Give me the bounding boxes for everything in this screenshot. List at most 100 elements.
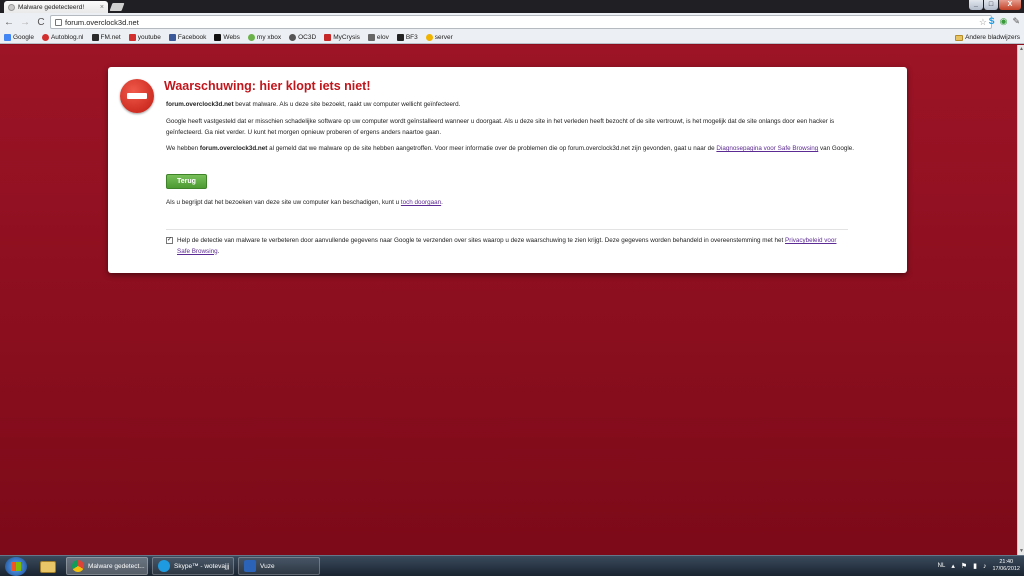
proceed-anyway-link[interactable]: toch doorgaan (401, 199, 441, 206)
bookmark-label: server (434, 34, 453, 41)
explorer-pinned[interactable] (37, 558, 59, 575)
maximize-button[interactable]: □ (984, 0, 998, 10)
bookmark-autoblog[interactable]: Autoblog.nl (41, 34, 84, 41)
facebook-icon (168, 34, 176, 41)
stop-sign-icon (120, 79, 154, 113)
bookmark-bf3[interactable]: BF3 (396, 34, 418, 41)
report-text-c: van Google. (818, 145, 854, 152)
bookmark-label: FM.net (100, 34, 121, 41)
bookmark-label: BF3 (405, 34, 418, 41)
url-text[interactable]: forum.overclock3d.net (65, 18, 976, 27)
address-bar[interactable]: forum.overclock3d.net ☆ (50, 15, 992, 29)
bookmark-label: my xbox (256, 34, 282, 41)
bookmark-facebook[interactable]: Facebook (168, 34, 207, 41)
report-text-b: al gemeld dat we malware op de site hebb… (267, 145, 717, 152)
task-label: Skype™ - wotevajjj (174, 562, 230, 570)
bookmark-google[interactable]: Google (4, 34, 34, 41)
warning-report: We hebben forum.overclock3d.net al gemel… (166, 144, 854, 155)
scroll-down-icon[interactable]: ▼ (1019, 548, 1024, 554)
bookmark-elov[interactable]: elov (367, 34, 389, 41)
bookmark-label: youtube (137, 34, 161, 41)
bookmark-label: Facebook (177, 34, 207, 41)
back-button[interactable]: Terug (166, 174, 207, 189)
skype-extension-icon[interactable]: S (989, 16, 995, 27)
bookmark-youtube[interactable]: youtube (128, 34, 161, 41)
forward-arrow-icon[interactable]: → (20, 17, 30, 28)
clock-time: 21:40 (999, 559, 1014, 565)
start-button[interactable] (5, 557, 27, 576)
bookmark-label: Google (13, 34, 34, 41)
google-icon (4, 34, 11, 41)
warning-intro: forum.overclock3d.net bevat malware. Als… (166, 100, 854, 111)
checkbox-label: Help de detectie van malware te verbeter… (177, 236, 849, 257)
report-text-a: We hebben (166, 145, 200, 152)
divider (166, 229, 848, 230)
bookmark-server[interactable]: server (425, 34, 453, 41)
bookmark-mycrysis[interactable]: MyCrysis (324, 34, 360, 41)
server-icon (425, 34, 433, 41)
bookmark-myxbox[interactable]: my xbox (247, 34, 282, 41)
bookmark-fmnet[interactable]: FM.net (91, 34, 121, 41)
page-icon (55, 18, 62, 26)
reload-icon[interactable]: C (36, 17, 46, 28)
task-label: Malware gedetect... (88, 562, 145, 570)
close-window-button[interactable]: X (999, 0, 1021, 10)
action-center-flag-icon[interactable]: ⚑ (961, 562, 967, 570)
warning-title: Waarschuwing: hier klopt iets niet! (164, 79, 371, 93)
diagnostic-page-link[interactable]: Diagnosepagina voor Safe Browsing (716, 145, 818, 152)
warning-explanation: Google heeft vastgesteld dat er misschie… (166, 118, 835, 136)
bookmark-label: elov (376, 34, 389, 41)
minimize-button[interactable]: _ (969, 0, 983, 10)
elov-icon (367, 34, 375, 41)
toolbar-extensions: S ◉ ✎ (989, 16, 1020, 27)
stop-bar (127, 93, 147, 99)
bookmark-label: Webs (223, 34, 240, 41)
show-hidden-icons-icon[interactable]: ▴ (951, 562, 955, 570)
taskbar-item-vuze[interactable]: Vuze (238, 557, 320, 575)
tab-title: Malware gedetecteerd! (18, 3, 85, 11)
proceed-paragraph: Als u begrijpt dat het bezoeken van deze… (166, 198, 854, 209)
vuze-icon (244, 560, 256, 572)
other-bookmarks[interactable]: Andere bladwijzers (955, 34, 1020, 41)
tab-close-icon[interactable]: × (100, 4, 104, 11)
bookmark-oc3d[interactable]: OC3D (289, 34, 316, 41)
clock[interactable]: 21:40 17/06/2012 (992, 559, 1020, 573)
wrench-menu-icon[interactable]: ✎ (1012, 16, 1020, 27)
bookmark-star-icon[interactable]: ☆ (979, 17, 987, 28)
taskbar-item-chrome[interactable]: Malware gedetect... (66, 557, 148, 575)
bookmark-label: MyCrysis (333, 34, 360, 41)
report-site: forum.overclock3d.net (199, 145, 268, 152)
bookmark-webs[interactable]: Webs (214, 34, 240, 41)
tab-favicon-icon (8, 3, 15, 11)
language-indicator[interactable]: NL (938, 563, 946, 569)
system-tray: NL ▴ ⚑ ▮ ♪ 21:40 17/06/2012 (938, 559, 1020, 573)
clock-date: 17/06/2012 (992, 566, 1020, 572)
fmnet-icon (91, 34, 99, 41)
volume-icon[interactable]: ♪ (983, 563, 987, 570)
back-arrow-icon[interactable]: ← (4, 17, 14, 28)
bookmark-label: OC3D (298, 34, 317, 41)
webs-icon (214, 34, 222, 41)
network-icon[interactable]: ▮ (973, 562, 977, 570)
explorer-folder-icon (40, 560, 56, 573)
browser-tab[interactable]: Malware gedetecteerd! × (4, 1, 108, 13)
task-label: Vuze (260, 562, 275, 570)
new-tab-button[interactable] (109, 3, 125, 11)
checkbox-end: . (217, 247, 220, 255)
skype-icon (158, 560, 170, 572)
folder-icon (955, 34, 964, 41)
bookmark-label: Autoblog.nl (50, 34, 84, 41)
youtube-icon (128, 34, 136, 41)
window-titlebar: Malware gedetecteerd! × _ □ X (0, 0, 1024, 13)
scroll-up-icon[interactable]: ▲ (1019, 46, 1024, 52)
extension-icon[interactable]: ◉ (1000, 16, 1008, 27)
autoblog-icon (41, 34, 49, 41)
xbox-icon (247, 34, 255, 41)
taskbar-item-skype[interactable]: Skype™ - wotevajjj (152, 557, 234, 575)
vertical-scrollbar[interactable]: ▲ ▼ (1017, 45, 1024, 555)
report-checkbox[interactable]: ✓ (166, 237, 173, 244)
other-bookmarks-label: Andere bladwijzers (965, 34, 1020, 41)
site-name: forum.overclock3d.net (166, 101, 234, 108)
proceed-text: Als u begrijpt dat het bezoeken van deze… (166, 199, 401, 206)
windows-taskbar: Malware gedetect... Skype™ - wotevajjj V… (0, 555, 1024, 576)
